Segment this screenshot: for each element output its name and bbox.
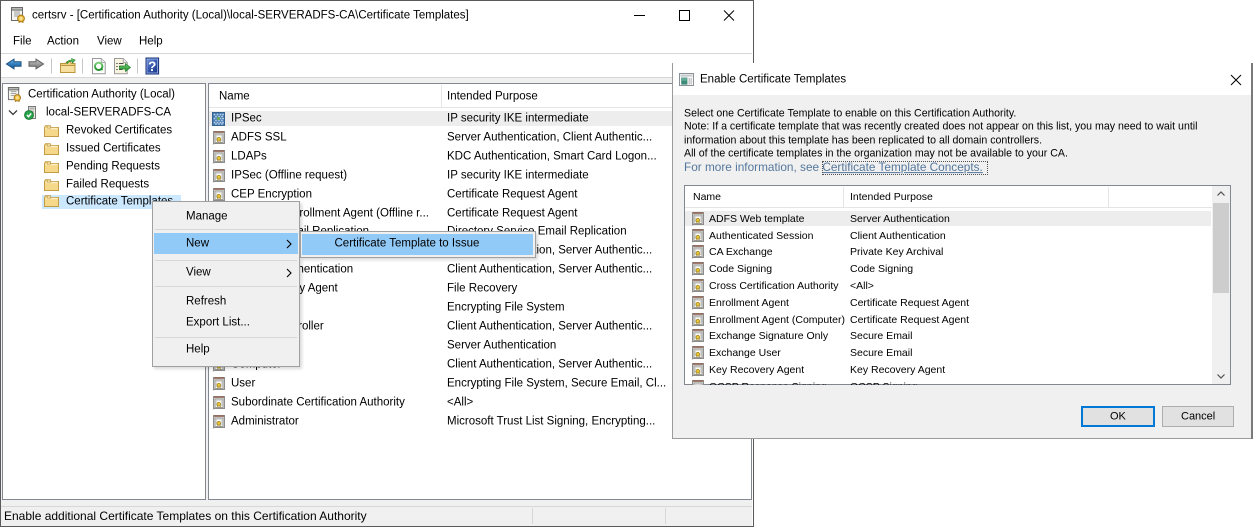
svg-text:?: ? [148,59,156,74]
